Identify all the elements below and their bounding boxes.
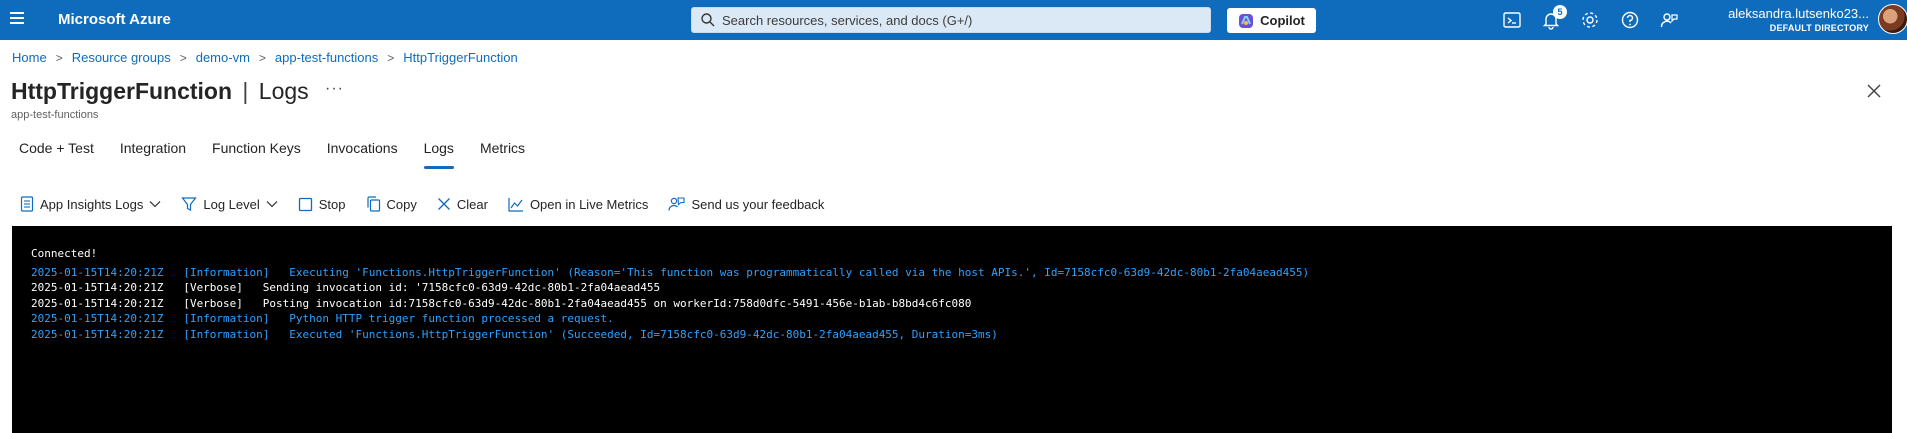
stop-icon bbox=[298, 197, 312, 211]
chevron-right-icon: > bbox=[179, 50, 187, 65]
open-live-metrics-button[interactable]: Open in Live Metrics bbox=[508, 196, 649, 212]
document-list-icon bbox=[20, 196, 34, 212]
app-insights-logs-dropdown[interactable]: App Insights Logs bbox=[20, 196, 161, 212]
logs-toolbar: App Insights Logs Log Level Stop Copy Cl… bbox=[20, 196, 844, 212]
tab-invocations[interactable]: Invocations bbox=[327, 140, 398, 168]
top-navigation-bar: Microsoft Azure Search resources, servic… bbox=[0, 0, 1907, 40]
copilot-icon bbox=[1239, 13, 1254, 28]
stop-button[interactable]: Stop bbox=[298, 197, 346, 212]
clear-label: Clear bbox=[456, 196, 488, 212]
console-log-line: 2025-01-15T14:20:21Z [Verbose] Sending i… bbox=[31, 281, 661, 294]
search-icon bbox=[701, 13, 715, 27]
chevron-down-icon bbox=[266, 201, 278, 208]
copy-button[interactable]: Copy bbox=[366, 196, 417, 212]
page-title-separator: | bbox=[242, 78, 249, 104]
account-info[interactable]: aleksandra.lutsenko23... DEFAULT DIRECTO… bbox=[1728, 6, 1869, 34]
user-name: aleksandra.lutsenko23... bbox=[1728, 6, 1869, 21]
tab-integration[interactable]: Integration bbox=[120, 140, 186, 168]
help-icon[interactable] bbox=[1620, 10, 1640, 30]
page-title: HttpTriggerFunction | Logs bbox=[11, 78, 309, 105]
line-chart-icon bbox=[508, 197, 523, 212]
filter-icon bbox=[181, 197, 198, 211]
feedback-person-icon bbox=[668, 197, 685, 211]
stop-label: Stop bbox=[318, 196, 346, 212]
settings-gear-icon[interactable] bbox=[1580, 10, 1600, 30]
tab-logs[interactable]: Logs bbox=[423, 140, 455, 169]
open-live-metrics-label: Open in Live Metrics bbox=[529, 196, 649, 212]
user-directory: DEFAULT DIRECTORY bbox=[1769, 23, 1869, 33]
function-tabs: Code + Test Integration Function Keys In… bbox=[19, 140, 551, 169]
clear-x-icon bbox=[437, 198, 450, 210]
copilot-button[interactable]: Copilot bbox=[1227, 8, 1316, 33]
breadcrumb-app-test-functions[interactable]: app-test-functions bbox=[275, 50, 378, 65]
search-placeholder: Search resources, services, and docs (G+… bbox=[722, 12, 973, 28]
console-connected-line: Connected! bbox=[31, 247, 98, 260]
breadcrumb-resource-groups[interactable]: Resource groups bbox=[72, 50, 171, 65]
tab-function-keys[interactable]: Function Keys bbox=[212, 140, 301, 168]
breadcrumb-httptriggerfunction[interactable]: HttpTriggerFunction bbox=[403, 50, 517, 65]
log-level-label: Log Level bbox=[203, 196, 260, 212]
console-log-line: 2025-01-15T14:20:21Z [Information] Pytho… bbox=[31, 312, 614, 325]
console-log-line: 2025-01-15T14:20:21Z [Information] Execu… bbox=[31, 327, 998, 341]
send-feedback-button[interactable]: Send us your feedback bbox=[668, 196, 824, 212]
console-log-line: 2025-01-15T14:20:21Z [Information] Execu… bbox=[31, 265, 1310, 279]
chevron-right-icon: > bbox=[258, 50, 266, 65]
notifications-badge: 5 bbox=[1553, 5, 1567, 19]
copy-label: Copy bbox=[386, 196, 417, 212]
page-title-section: Logs bbox=[258, 78, 309, 104]
chevron-right-icon: > bbox=[55, 50, 63, 65]
close-icon[interactable] bbox=[1866, 83, 1882, 99]
hamburger-menu-icon[interactable] bbox=[10, 12, 24, 26]
breadcrumb-home[interactable]: Home bbox=[12, 50, 47, 65]
tab-code-test[interactable]: Code + Test bbox=[19, 140, 94, 168]
log-console[interactable]: Connected! 2025-01-15T14:20:21Z [Informa… bbox=[12, 226, 1892, 433]
breadcrumb-demo-vm[interactable]: demo-vm bbox=[196, 50, 250, 65]
copy-icon bbox=[366, 196, 380, 212]
app-insights-logs-label: App Insights Logs bbox=[40, 196, 144, 212]
chevron-right-icon: > bbox=[387, 50, 395, 65]
copilot-label: Copilot bbox=[1260, 13, 1305, 28]
chevron-down-icon bbox=[149, 201, 161, 208]
clear-button[interactable]: Clear bbox=[437, 197, 488, 212]
page-subtitle: app-test-functions bbox=[11, 109, 99, 121]
send-feedback-label: Send us your feedback bbox=[691, 196, 825, 212]
console-log-line: 2025-01-15T14:20:21Z [Verbose] Posting i… bbox=[31, 296, 972, 310]
brand-title[interactable]: Microsoft Azure bbox=[58, 11, 171, 28]
cloud-shell-icon[interactable] bbox=[1502, 10, 1522, 30]
avatar[interactable] bbox=[1878, 4, 1907, 34]
page-title-main: HttpTriggerFunction bbox=[11, 78, 233, 104]
more-options-button[interactable]: ··· bbox=[325, 80, 344, 98]
log-level-dropdown[interactable]: Log Level bbox=[181, 196, 278, 212]
feedback-person-icon[interactable] bbox=[1659, 10, 1679, 30]
breadcrumb: Home > Resource groups > demo-vm > app-t… bbox=[12, 50, 518, 65]
tab-metrics[interactable]: Metrics bbox=[480, 140, 525, 168]
global-search-input[interactable]: Search resources, services, and docs (G+… bbox=[691, 7, 1211, 33]
